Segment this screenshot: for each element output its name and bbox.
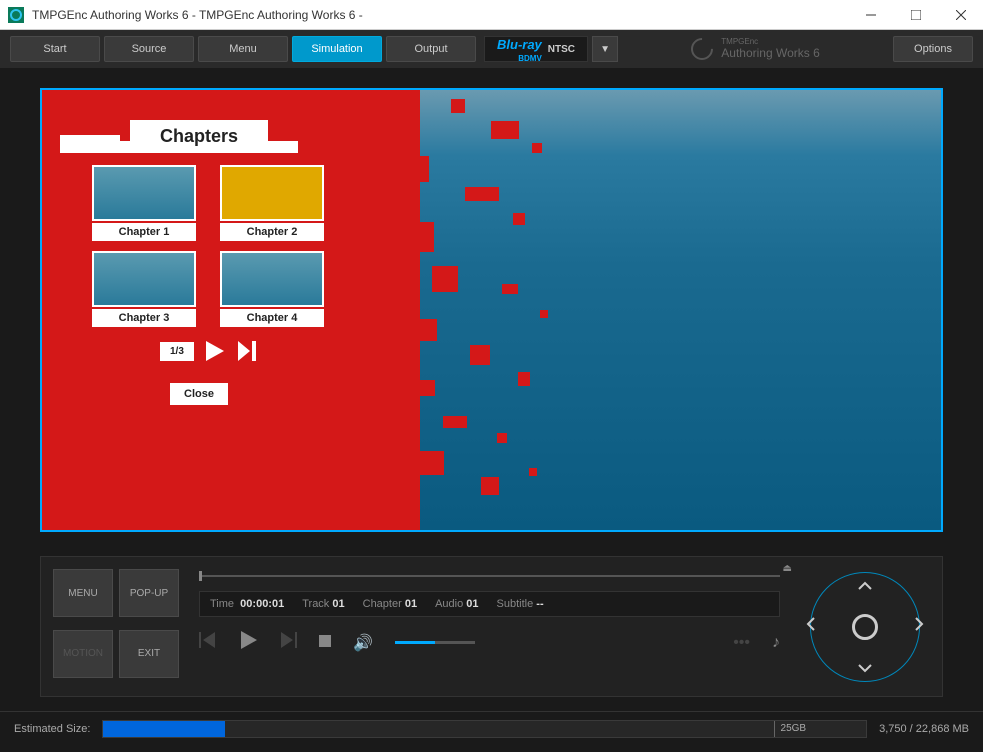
simulation-button[interactable]: Simulation (292, 36, 382, 62)
format-std: NTSC (548, 44, 575, 55)
remote-popup-button[interactable]: POP-UP (119, 569, 179, 617)
playback-panel: MENU POP-UP MOTION EXIT ⏏ Time 00:00:01 … (40, 556, 943, 697)
window-title: TMPGEnc Authoring Works 6 - TMPGEnc Auth… (32, 8, 848, 22)
chapter-thumb-3[interactable]: Chapter 3 (92, 251, 196, 327)
menu-close-button[interactable]: Close (170, 383, 228, 405)
size-text: 3,750 / 22,868 MB (879, 723, 969, 735)
dpad-down[interactable] (857, 657, 873, 678)
more-icon[interactable]: ••• (733, 634, 750, 652)
app-icon (8, 7, 24, 23)
menu-next-icon[interactable] (234, 339, 262, 363)
close-button[interactable] (938, 0, 983, 30)
remote-motion-button[interactable]: MOTION (53, 630, 113, 678)
page-indicator: 1/3 (160, 342, 194, 361)
disc-menu: Chapters Chapter 1 Chapter 2 Chapter 3 (60, 120, 324, 405)
dpad-up[interactable] (857, 575, 873, 596)
play-icon[interactable] (239, 631, 257, 654)
volume-icon[interactable]: 🔊 (353, 633, 373, 653)
menu-button[interactable]: Menu (198, 36, 288, 62)
main-toolbar: Start Source Menu Simulation Output Blu-… (0, 30, 983, 68)
chapter-thumb-4[interactable]: Chapter 4 (220, 251, 324, 327)
preview-area: Chapters Chapter 1 Chapter 2 Chapter 3 (0, 68, 983, 542)
start-button[interactable]: Start (10, 36, 100, 62)
prev-chapter-icon[interactable] (199, 632, 217, 653)
remote-menu-button[interactable]: MENU (53, 569, 113, 617)
titlebar: TMPGEnc Authoring Works 6 - TMPGEnc Auth… (0, 0, 983, 30)
dpad-left[interactable] (806, 616, 816, 637)
dpad-right[interactable] (914, 616, 924, 637)
output-button[interactable]: Output (386, 36, 476, 62)
dpad (800, 569, 930, 684)
remote-exit-button[interactable]: EXIT (119, 630, 179, 678)
menu-title: Chapters (130, 120, 268, 153)
maximize-button[interactable] (893, 0, 938, 30)
source-button[interactable]: Source (104, 36, 194, 62)
size-limit: 25GB (774, 721, 807, 737)
menu-play-icon[interactable] (200, 339, 228, 363)
seek-bar[interactable] (199, 575, 780, 577)
next-chapter-icon[interactable] (279, 632, 297, 653)
minimize-button[interactable] (848, 0, 893, 30)
estimated-size-label: Estimated Size: (14, 723, 90, 735)
eject-icon[interactable]: ⏏ (783, 563, 792, 574)
preview-screen[interactable]: Chapters Chapter 1 Chapter 2 Chapter 3 (40, 88, 943, 532)
format-brand: Blu-ray (497, 37, 542, 52)
format-sub: BDMV (497, 54, 542, 63)
volume-slider[interactable] (395, 641, 475, 644)
options-button[interactable]: Options (893, 36, 973, 62)
size-bar: 25GB (102, 720, 867, 738)
playback-info: Time 00:00:01 Track 01 Chapter 01 Audio … (199, 591, 780, 617)
chapter-thumb-2[interactable]: Chapter 2 (220, 165, 324, 241)
status-bar: Estimated Size: 25GB 3,750 / 22,868 MB (0, 711, 983, 745)
stop-icon[interactable] (319, 634, 331, 652)
format-dropdown[interactable]: ▼ (592, 36, 618, 62)
note-icon[interactable]: ♪ (772, 634, 780, 652)
chapter-thumb-1[interactable]: Chapter 1 (92, 165, 196, 241)
brand-logo: TMPGEnc Authoring Works 6 (622, 38, 889, 60)
brand-icon (687, 33, 718, 64)
format-badge: Blu-ray BDMV NTSC (484, 36, 588, 62)
